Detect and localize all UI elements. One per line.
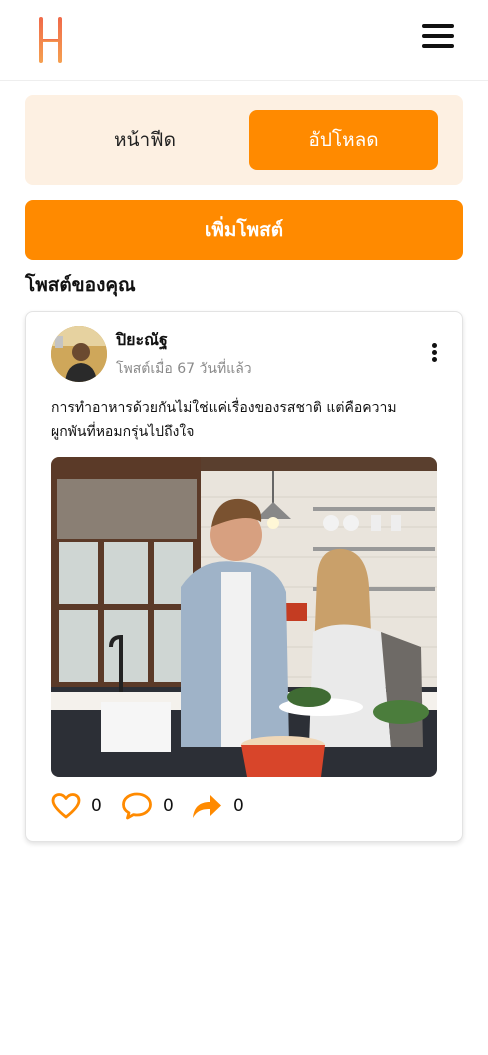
add-post-button[interactable]: เพิ่มโพสต์ (25, 200, 463, 260)
post-actions: 0 0 0 (51, 790, 437, 822)
avatar[interactable] (51, 326, 107, 382)
heart-icon (51, 793, 81, 819)
post-text: การทำอาหารด้วยกันไม่ใช่แค่เรื่องของรสชาต… (51, 400, 397, 440)
like-count: 0 (91, 796, 102, 816)
post-timestamp: โพสต์เมื่อ 67 วันที่แล้ว (116, 361, 252, 377)
post-card: ปิยะณัฐ โพสต์เมื่อ 67 วันที่แล้ว การทำอา… (25, 311, 463, 842)
comment-count: 0 (163, 796, 174, 816)
share-arrow-icon (193, 795, 221, 818)
comment-icon (122, 792, 152, 820)
post-image[interactable] (51, 457, 437, 777)
app-header (0, 0, 488, 81)
post-author[interactable]: ปิยะณัฐ (116, 328, 168, 353)
more-options-icon[interactable] (430, 343, 438, 365)
share-button[interactable]: 0 (191, 790, 244, 822)
share-count: 0 (233, 796, 244, 816)
comment-button[interactable]: 0 (121, 790, 174, 822)
like-button[interactable]: 0 (51, 790, 102, 822)
tab-feed[interactable]: หน้าฟีด (40, 110, 250, 170)
section-title: โพสต์ของคุณ (25, 274, 136, 296)
tab-bar: หน้าฟีด อัปโหลด (25, 95, 463, 185)
letter-h-logo[interactable] (36, 17, 66, 63)
tab-upload[interactable]: อัปโหลด (249, 110, 438, 170)
hamburger-menu-icon[interactable] (422, 24, 454, 54)
